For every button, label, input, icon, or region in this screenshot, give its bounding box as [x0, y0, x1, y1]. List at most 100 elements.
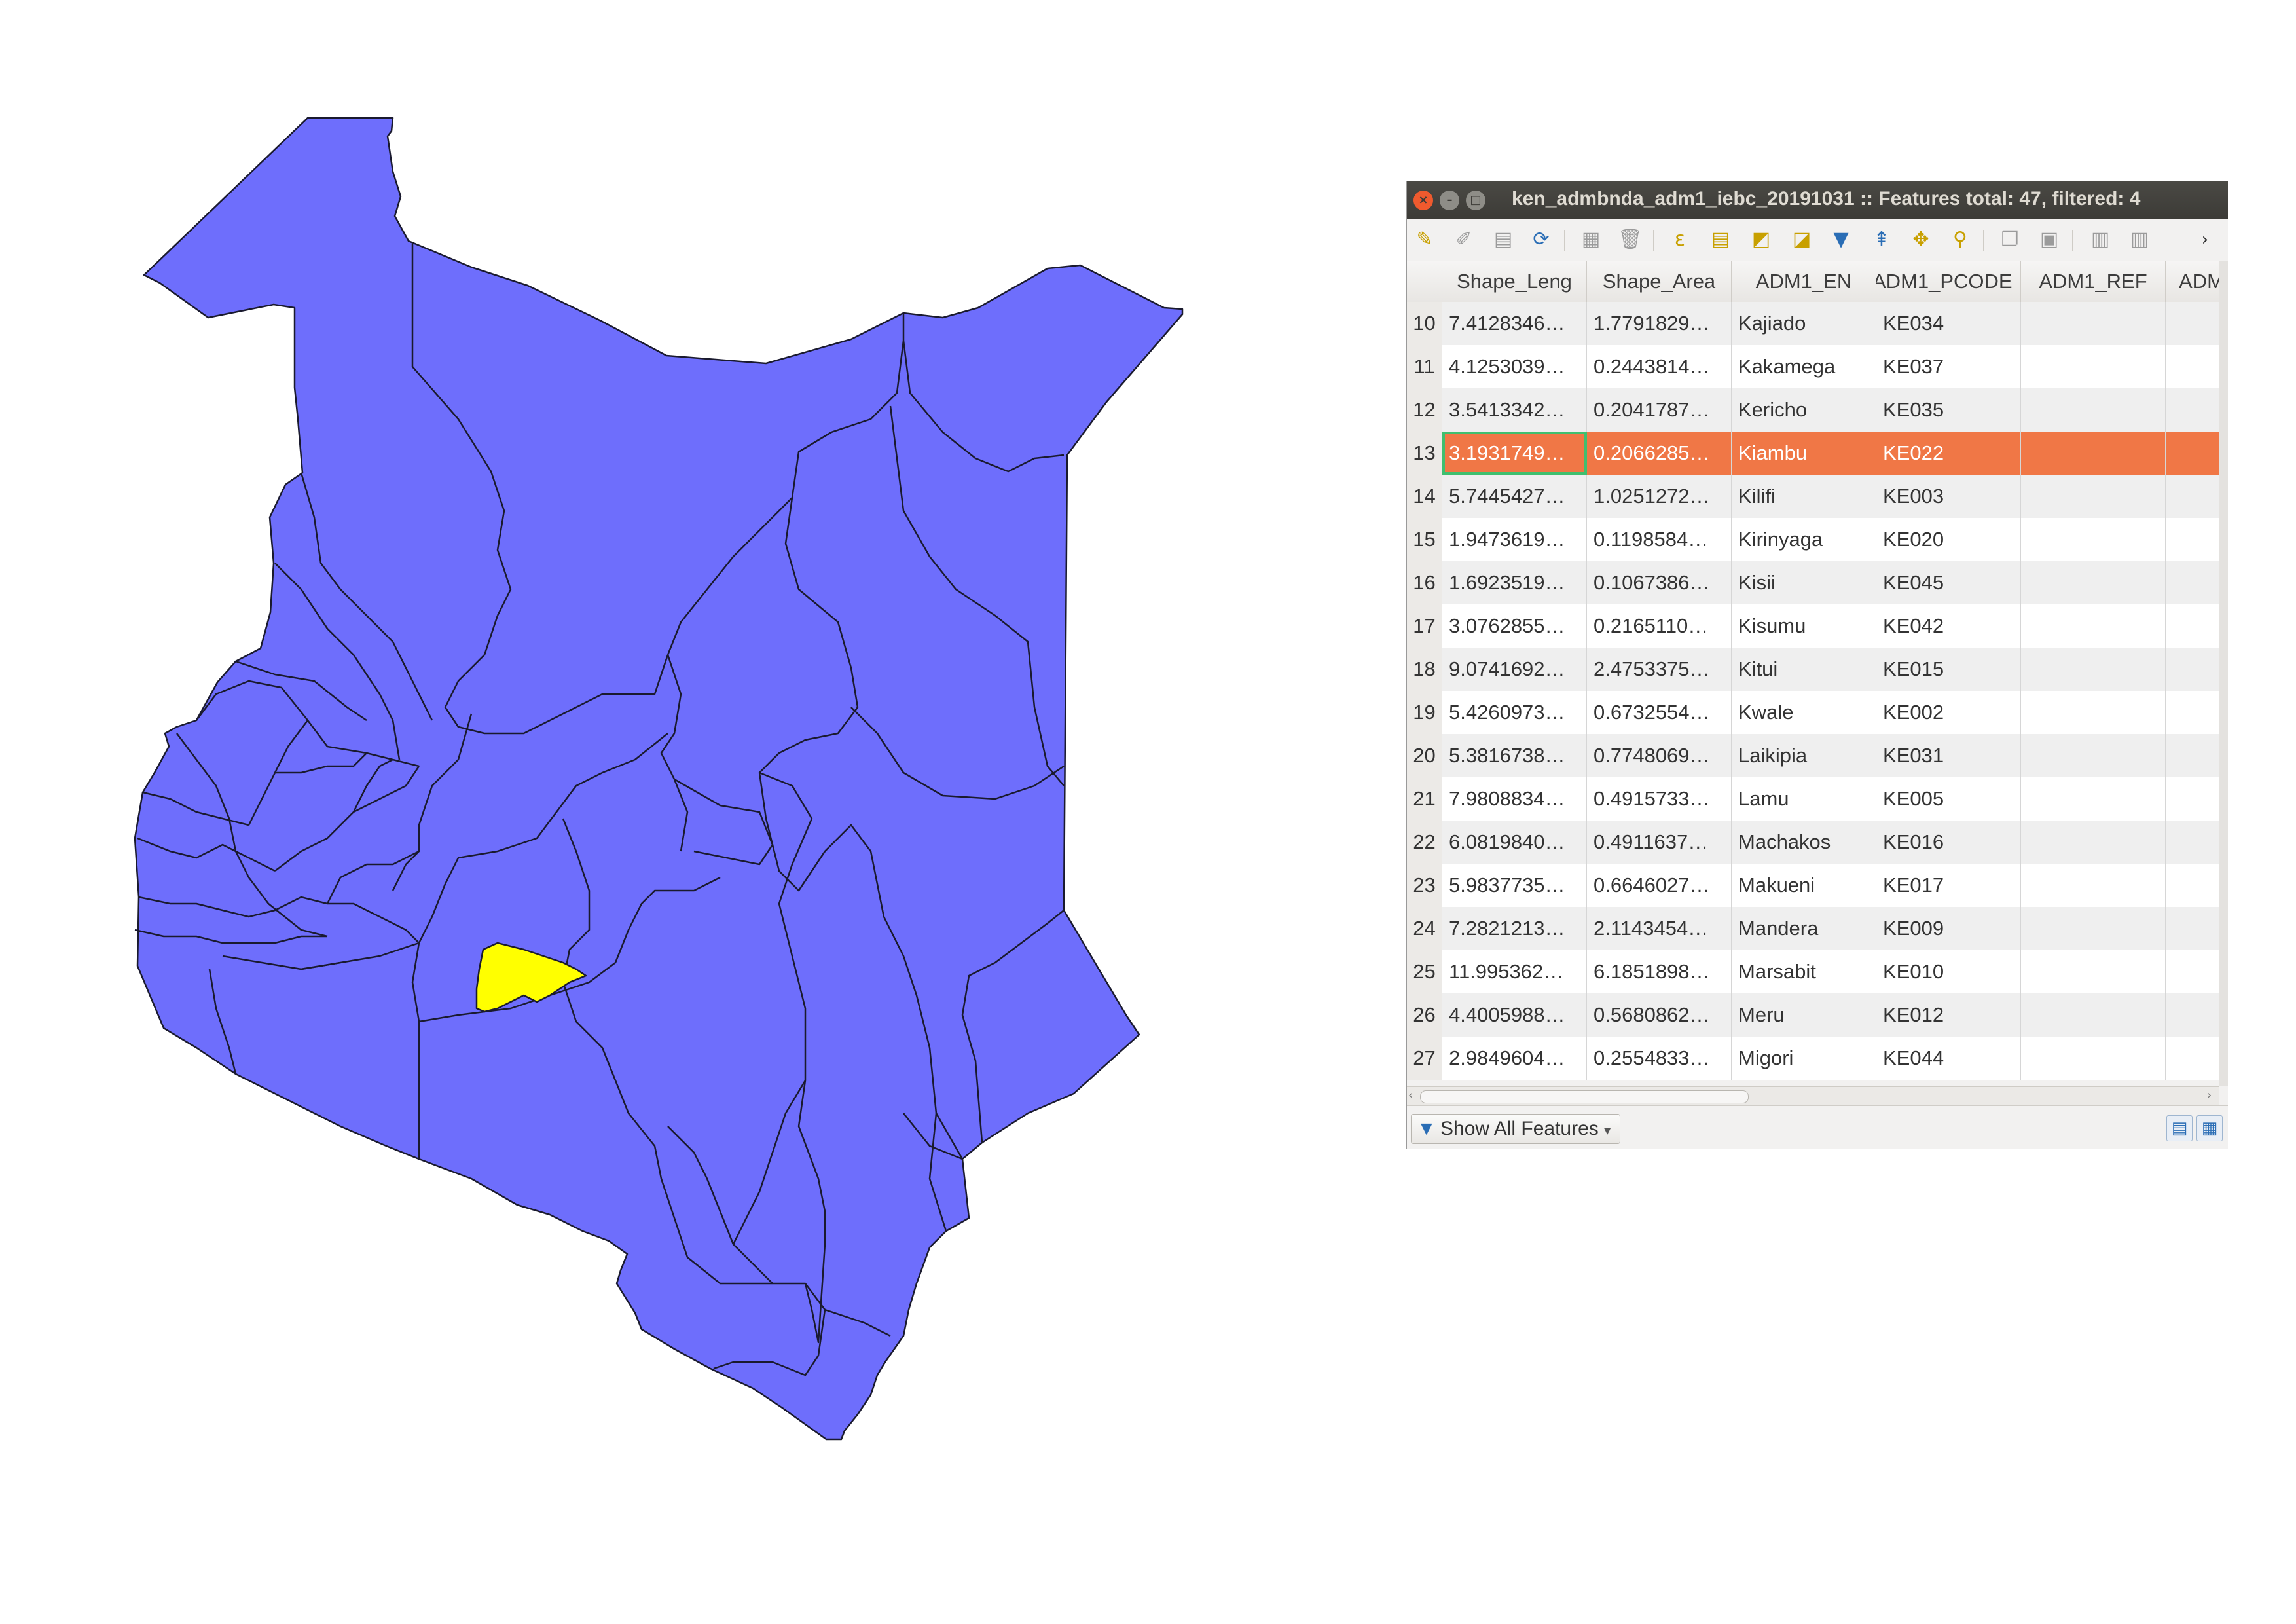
table-cell-leng[interactable]: 4.1253039…	[1442, 345, 1587, 388]
window-titlebar[interactable]: × – □ ken_admbnda_adm1_iebc_20191031 :: …	[1407, 181, 2228, 219]
table-row[interactable]: 27 2.9849604… 0.2554833… Migori KE044	[1407, 1037, 2228, 1080]
table-row[interactable]: 22 6.0819840… 0.4911637… Machakos KE016	[1407, 821, 2228, 864]
select-expression-icon[interactable]: ε	[1667, 227, 1692, 252]
add-feature-icon[interactable]: ▦	[1578, 227, 1603, 252]
new-field-icon[interactable]: ▥	[2088, 227, 2113, 252]
table-cell-area[interactable]: 2.1143454…	[1587, 907, 1732, 950]
table-cell-ref[interactable]	[2021, 864, 2166, 907]
table-cell-ref[interactable]	[2021, 648, 2166, 691]
table-cell-ref[interactable]	[2021, 604, 2166, 648]
table-cell-name[interactable]: Lamu	[1732, 777, 1876, 821]
table-cell-ref[interactable]	[2021, 561, 2166, 604]
row-number[interactable]: 23	[1407, 864, 1442, 907]
table-cell-name[interactable]: Machakos	[1732, 821, 1876, 864]
row-number[interactable]: 26	[1407, 993, 1442, 1037]
table-cell-pcode[interactable]: KE010	[1876, 950, 2021, 993]
form-view-icon[interactable]: ▤	[2166, 1115, 2193, 1141]
table-cell-leng[interactable]: 7.4128346…	[1442, 302, 1587, 345]
table-cell-leng[interactable]: 3.5413342…	[1442, 388, 1587, 432]
table-cell-area[interactable]: 2.4753375…	[1587, 648, 1732, 691]
table-cell-pcode[interactable]: KE015	[1876, 648, 2021, 691]
reload-icon[interactable]: ⟳	[1529, 227, 1554, 252]
table-cell-leng[interactable]: 1.9473619…	[1442, 518, 1587, 561]
table-cell-ref[interactable]	[2021, 821, 2166, 864]
table-cell-ref[interactable]	[2021, 475, 2166, 518]
table-cell-pcode[interactable]: KE009	[1876, 907, 2021, 950]
table-cell-leng[interactable]: 3.0762855…	[1442, 604, 1587, 648]
table-cell-pcode[interactable]: KE037	[1876, 345, 2021, 388]
table-row[interactable]: 23 5.9837735… 0.6646027… Makueni KE017	[1407, 864, 2228, 908]
table-cell-name[interactable]: Kisumu	[1732, 604, 1876, 648]
table-cell-ref[interactable]	[2021, 302, 2166, 345]
copy-icon[interactable]: ❐	[1997, 227, 2022, 252]
table-row-selected[interactable]: 13 3.1931749… 0.2066285… Kiambu KE022	[1407, 432, 2228, 475]
table-row[interactable]: 16 1.6923519… 0.1067386… Kisii KE045	[1407, 561, 2228, 605]
table-cell-ref[interactable]	[2021, 518, 2166, 561]
table-cell-name[interactable]: Kitui	[1732, 648, 1876, 691]
table-cell-pcode[interactable]: KE017	[1876, 864, 2021, 907]
table-cell-ref[interactable]	[2021, 907, 2166, 950]
row-number[interactable]: 25	[1407, 950, 1442, 993]
table-cell-leng[interactable]: 4.4005988…	[1442, 993, 1587, 1037]
table-cell-ref[interactable]	[2021, 345, 2166, 388]
show-all-features-button[interactable]: ▼ Show All Features ▾	[1411, 1114, 1621, 1144]
table-cell-pcode[interactable]: KE042	[1876, 604, 2021, 648]
table-cell-ref[interactable]	[2021, 950, 2166, 993]
table-cell-name[interactable]: Laikipia	[1732, 734, 1876, 777]
delete-icon[interactable]: 🗑	[1618, 227, 1643, 252]
table-cell-ref[interactable]	[2021, 432, 2166, 475]
table-cell-leng[interactable]: 7.2821213…	[1442, 907, 1587, 950]
table-cell-area[interactable]: 0.2041787…	[1587, 388, 1732, 432]
column-header[interactable]: ADM1_REF	[2021, 261, 2166, 302]
table-cell-area[interactable]: 0.2554833…	[1587, 1037, 1732, 1080]
table-cell-pcode[interactable]: KE022	[1876, 432, 2021, 475]
more-icon[interactable]: ›	[2193, 227, 2217, 252]
table-cell-area[interactable]: 0.1198584…	[1587, 518, 1732, 561]
table-cell-pcode[interactable]: KE002	[1876, 691, 2021, 734]
table-cell-name[interactable]: Kiambu	[1732, 432, 1876, 475]
table-cell-pcode[interactable]: KE031	[1876, 734, 2021, 777]
table-row[interactable]: 20 5.3816738… 0.7748069… Laikipia KE031	[1407, 734, 2228, 778]
row-number[interactable]: 20	[1407, 734, 1442, 777]
table-cell-pcode[interactable]: KE044	[1876, 1037, 2021, 1080]
table-cell-ref[interactable]	[2021, 777, 2166, 821]
table-cell-leng[interactable]: 7.9808834…	[1442, 777, 1587, 821]
table-row[interactable]: 17 3.0762855… 0.2165110… Kisumu KE042	[1407, 604, 2228, 648]
column-header[interactable]: Shape_Area	[1587, 261, 1732, 302]
table-cell-leng[interactable]: 1.6923519…	[1442, 561, 1587, 604]
table-cell-area[interactable]: 1.7791829…	[1587, 302, 1732, 345]
table-row[interactable]: 10 7.4128346… 1.7791829… Kajiado KE034	[1407, 302, 2228, 346]
table-row[interactable]: 24 7.2821213… 2.1143454… Mandera KE009	[1407, 907, 2228, 951]
row-number[interactable]: 21	[1407, 777, 1442, 821]
table-row[interactable]: 11 4.1253039… 0.2443814… Kakamega KE037	[1407, 345, 2228, 389]
row-number[interactable]: 13	[1407, 432, 1442, 475]
row-number[interactable]: 10	[1407, 302, 1442, 345]
table-cell-pcode[interactable]: KE016	[1876, 821, 2021, 864]
move-selection-top-icon[interactable]: ⇞	[1869, 227, 1894, 252]
row-number[interactable]: 16	[1407, 561, 1442, 604]
zoom-to-selection-icon[interactable]: ⚲	[1948, 227, 1973, 252]
table-row[interactable]: 15 1.9473619… 0.1198584… Kirinyaga KE020	[1407, 518, 2228, 562]
delete-field-icon[interactable]: ▥	[2127, 227, 2152, 252]
table-cell-leng[interactable]: 5.7445427…	[1442, 475, 1587, 518]
table-row[interactable]: 14 5.7445427… 1.0251272… Kilifi KE003	[1407, 475, 2228, 519]
table-cell-pcode[interactable]: KE035	[1876, 388, 2021, 432]
row-number[interactable]: 14	[1407, 475, 1442, 518]
table-cell-leng[interactable]: 11.995362…	[1442, 950, 1587, 993]
table-cell-area[interactable]: 0.4915733…	[1587, 777, 1732, 821]
minimize-icon[interactable]: –	[1440, 191, 1459, 210]
table-row[interactable]: 25 11.995362… 6.1851898… Marsabit KE010	[1407, 950, 2228, 994]
table-row[interactable]: 21 7.9808834… 0.4915733… Lamu KE005	[1407, 777, 2228, 821]
table-cell-ref[interactable]	[2021, 734, 2166, 777]
scrollbar-thumb[interactable]	[1420, 1090, 1749, 1103]
row-number[interactable]: 18	[1407, 648, 1442, 691]
table-cell-pcode[interactable]: KE005	[1876, 777, 2021, 821]
close-icon[interactable]: ×	[1413, 191, 1433, 210]
table-cell-ref[interactable]	[2021, 1037, 2166, 1080]
row-number[interactable]: 11	[1407, 345, 1442, 388]
row-number[interactable]: 24	[1407, 907, 1442, 950]
table-cell-name[interactable]: Kericho	[1732, 388, 1876, 432]
table-row[interactable]: 18 9.0741692… 2.4753375… Kitui KE015	[1407, 648, 2228, 692]
paste-icon[interactable]: ▣	[2037, 227, 2062, 252]
table-cell-pcode[interactable]: KE003	[1876, 475, 2021, 518]
